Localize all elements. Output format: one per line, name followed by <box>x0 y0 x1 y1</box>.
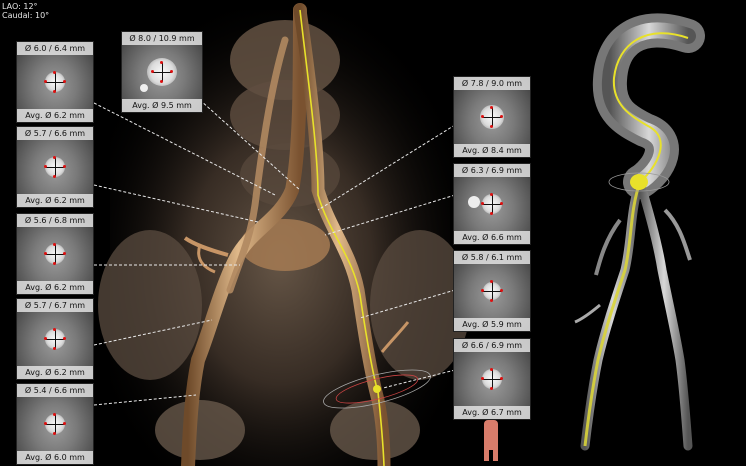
cross-section-panel-right-1[interactable]: Ø 7.8 / 9.0 mm Avg. Ø 8.4 mm <box>453 76 531 158</box>
panel-diameter-label: Ø 8.0 / 10.9 mm <box>122 32 202 45</box>
measurement-endpoint <box>53 347 56 350</box>
ct-angiography-viewer[interactable]: LAO: 12° Caudal: 10° Ø 8.0 / 10.9 mm Avg… <box>0 0 746 466</box>
measurement-endpoint <box>481 202 484 205</box>
measurement-endpoint <box>490 193 493 196</box>
measurement-endpoint <box>53 432 56 435</box>
panel-diameter-label: Ø 5.4 / 6.6 mm <box>17 384 93 397</box>
measurement-endpoint <box>481 289 484 292</box>
measurement-endpoint <box>500 202 503 205</box>
cross-section-panel-left-4[interactable]: Ø 5.7 / 6.7 mm Avg. Ø 6.2 mm <box>16 298 94 380</box>
panel-diameter-label: Ø 7.8 / 9.0 mm <box>454 77 530 90</box>
cross-section-panel-aortic[interactable]: Ø 8.0 / 10.9 mm Avg. Ø 9.5 mm <box>121 31 203 113</box>
measurement-endpoint <box>63 422 66 425</box>
measurement-endpoint <box>53 71 56 74</box>
panel-average-label: Avg. Ø 6.2 mm <box>17 109 93 122</box>
measurement-endpoint <box>160 61 163 64</box>
panel-diameter-label: Ø 6.6 / 6.9 mm <box>454 339 530 352</box>
measurement-endpoint <box>160 80 163 83</box>
panel-average-label: Avg. Ø 5.9 mm <box>454 318 530 331</box>
cross-section-panel-right-3[interactable]: Ø 5.8 / 6.1 mm Avg. Ø 5.9 mm <box>453 250 531 332</box>
measurement-endpoint <box>63 252 66 255</box>
measurement-endpoint <box>53 90 56 93</box>
panel-average-label: Avg. Ø 6.6 mm <box>454 231 530 244</box>
measurement-endpoint <box>63 80 66 83</box>
centerline-marker[interactable] <box>373 385 381 393</box>
measurement-endpoint <box>44 165 47 168</box>
panel-diameter-label: Ø 5.8 / 6.1 mm <box>454 251 530 264</box>
cross-section-panel-left-2[interactable]: Ø 5.7 / 6.6 mm Avg. Ø 6.2 mm <box>16 126 94 208</box>
cross-section-panel-left-3[interactable]: Ø 5.6 / 6.8 mm Avg. Ø 6.2 mm <box>16 213 94 295</box>
measurement-endpoint <box>490 299 493 302</box>
panel-average-label: Avg. Ø 9.5 mm <box>122 99 202 112</box>
panel-diameter-label: Ø 6.3 / 6.9 mm <box>454 164 530 177</box>
measurement-endpoint <box>44 80 47 83</box>
measurement-endpoint <box>53 156 56 159</box>
cross-section-panel-right-2[interactable]: Ø 6.3 / 6.9 mm Avg. Ø 6.6 mm <box>453 163 531 245</box>
curved-vessel-view[interactable] <box>574 13 705 451</box>
orientation-lao: LAO: 12° <box>2 2 38 11</box>
panel-diameter-label: Ø 5.6 / 6.8 mm <box>17 214 93 227</box>
measurement-endpoint <box>53 243 56 246</box>
measurement-endpoint <box>53 262 56 265</box>
measurement-endpoint <box>151 70 154 73</box>
measurement-endpoint <box>44 252 47 255</box>
measurement-endpoint <box>490 212 493 215</box>
panel-diameter-label: Ø 6.0 / 6.4 mm <box>17 42 93 55</box>
panel-average-label: Avg. Ø 6.2 mm <box>17 366 93 379</box>
measurement-endpoint <box>170 70 173 73</box>
volume-rendering-scene <box>93 3 705 466</box>
panel-diameter-label: Ø 5.7 / 6.6 mm <box>17 127 93 140</box>
measurement-endpoint <box>500 115 503 118</box>
measurement-endpoint <box>63 165 66 168</box>
measurement-endpoint <box>490 387 493 390</box>
body-figure-icon <box>484 420 498 461</box>
orientation-caudal: Caudal: 10° <box>2 11 50 20</box>
cross-section-panel-right-4[interactable]: Ø 6.6 / 6.9 mm Avg. Ø 6.7 mm <box>453 338 531 420</box>
measurement-endpoint <box>490 280 493 283</box>
measurement-endpoint <box>500 377 503 380</box>
cross-section-panel-left-5[interactable]: Ø 5.4 / 6.6 mm Avg. Ø 6.0 mm <box>16 383 94 465</box>
panel-average-label: Avg. Ø 6.7 mm <box>454 406 530 419</box>
measurement-endpoint <box>481 377 484 380</box>
measurement-endpoint <box>53 413 56 416</box>
measurement-endpoint <box>490 125 493 128</box>
measurement-endpoint <box>44 422 47 425</box>
measurement-endpoint <box>500 289 503 292</box>
panel-average-label: Avg. Ø 8.4 mm <box>454 144 530 157</box>
panel-average-label: Avg. Ø 6.2 mm <box>17 281 93 294</box>
measurement-endpoint <box>490 106 493 109</box>
measurement-endpoint <box>490 368 493 371</box>
panel-average-label: Avg. Ø 6.2 mm <box>17 194 93 207</box>
panel-diameter-label: Ø 5.7 / 6.7 mm <box>17 299 93 312</box>
measurement-endpoint <box>481 115 484 118</box>
measurement-endpoint <box>53 328 56 331</box>
panel-average-label: Avg. Ø 6.0 mm <box>17 451 93 464</box>
measurement-endpoint <box>44 337 47 340</box>
cross-section-panel-left-1[interactable]: Ø 6.0 / 6.4 mm Avg. Ø 6.2 mm <box>16 41 94 123</box>
measurement-endpoint <box>53 175 56 178</box>
measurement-endpoint <box>63 337 66 340</box>
